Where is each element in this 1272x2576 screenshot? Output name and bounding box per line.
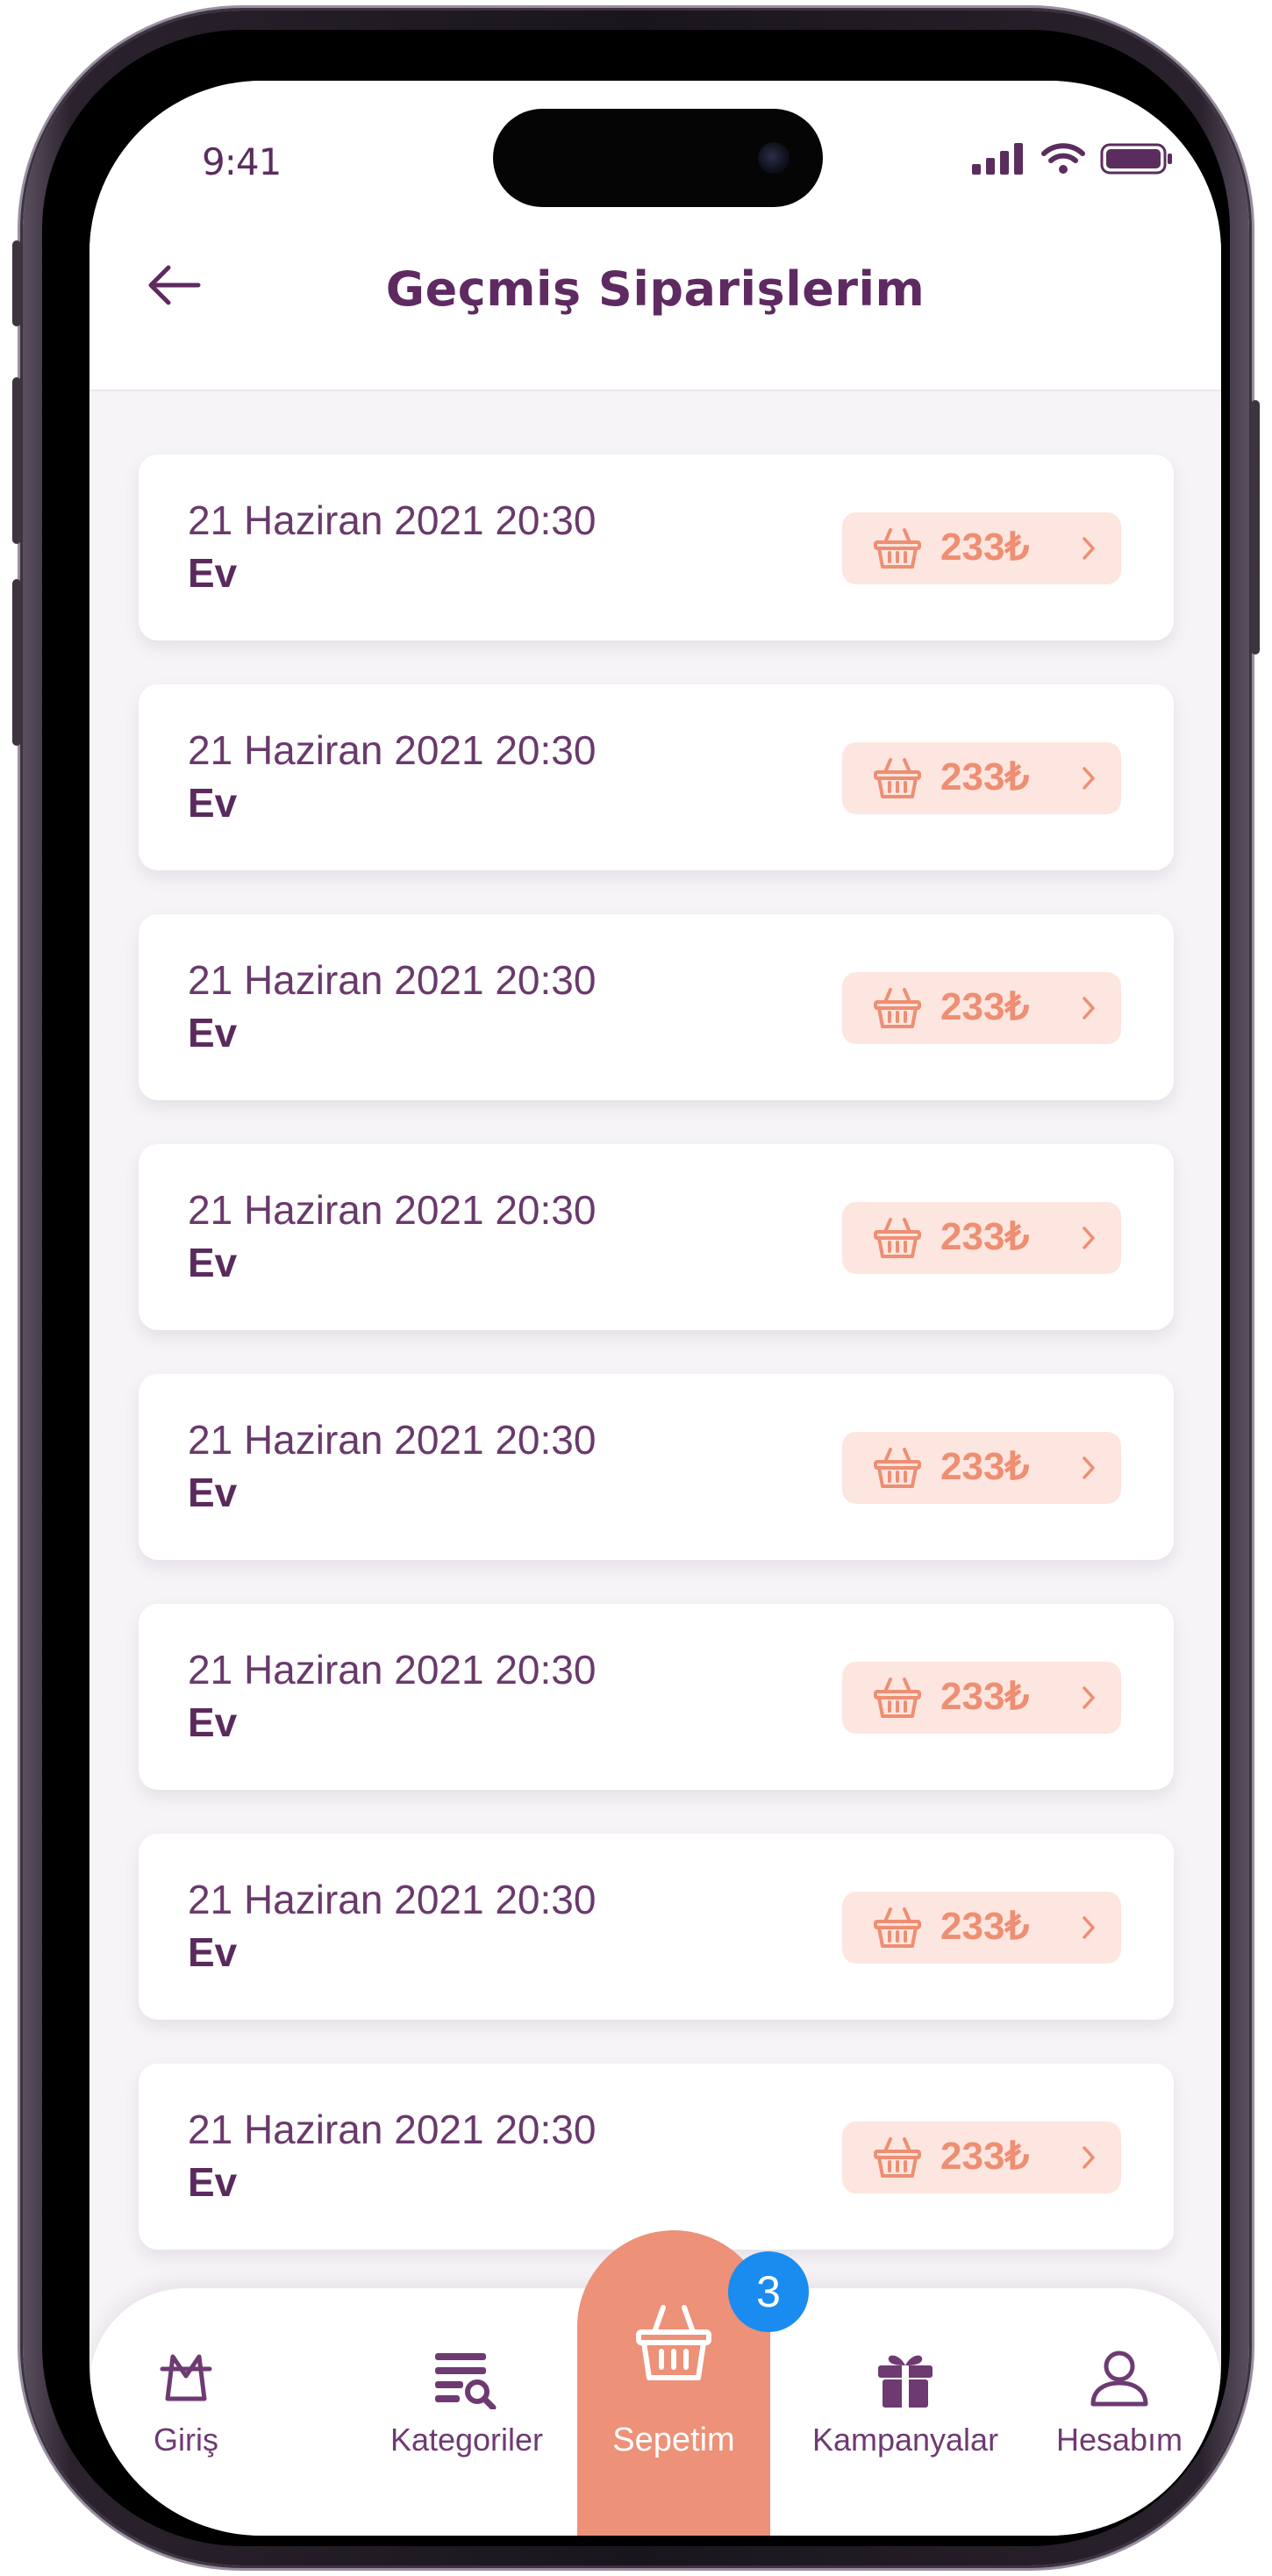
power-button	[1251, 400, 1260, 655]
category-search-icon	[435, 2353, 497, 2409]
tab-label: Hesabım	[1055, 2422, 1183, 2458]
order-amount: 233₺	[940, 755, 1030, 798]
order-amount-pill[interactable]: 233₺	[842, 742, 1121, 814]
chevron-right-icon	[1083, 767, 1095, 790]
dynamic-island	[493, 109, 823, 207]
order-date: 21 Haziran 2021 20:30	[188, 1417, 597, 1463]
order-address: Ev	[188, 2159, 238, 2205]
volume-down-button	[12, 579, 21, 746]
chevron-right-icon	[1083, 2146, 1095, 2169]
cellular-signal-icon	[972, 143, 1023, 175]
order-amount-pill[interactable]: 233₺	[842, 1892, 1121, 1964]
status-time: 9:41	[202, 140, 282, 183]
order-card[interactable]: 21 Haziran 2021 20:30 Ev 233₺	[139, 1374, 1174, 1560]
volume-up-button	[12, 377, 21, 544]
tab-label: Sepetim	[612, 2422, 735, 2458]
order-amount: 233₺	[940, 985, 1030, 1028]
basket-icon	[874, 528, 921, 569]
order-address: Ev	[188, 1470, 238, 1515]
order-card[interactable]: 21 Haziran 2021 20:30 Ev 233₺	[139, 914, 1174, 1100]
order-date: 21 Haziran 2021 20:30	[188, 2107, 597, 2152]
basket-icon	[874, 1218, 921, 1258]
wifi-icon	[1041, 143, 1085, 174]
order-address: Ev	[188, 1699, 238, 1745]
basket-icon	[636, 2305, 711, 2380]
tab-hesabim[interactable]: Hesabım	[1023, 2288, 1216, 2536]
battery-icon	[1100, 143, 1172, 175]
order-date: 21 Haziran 2021 20:30	[188, 497, 597, 543]
phone-bezel: 9:41 Geçmiş Siparişlerim 21 Haziran 2021…	[42, 30, 1230, 2546]
order-date: 21 Haziran 2021 20:30	[188, 1187, 597, 1233]
order-amount: 233₺	[940, 1445, 1030, 1488]
order-date: 21 Haziran 2021 20:30	[188, 727, 597, 773]
page-title: Geçmiş Siparişlerim	[385, 261, 925, 317]
basket-icon	[874, 2137, 921, 2178]
chevron-right-icon	[1083, 997, 1095, 1020]
user-icon	[1090, 2351, 1148, 2407]
cart-count-badge: 3	[728, 2251, 809, 2332]
order-card[interactable]: 21 Haziran 2021 20:30 Ev 233₺	[139, 1604, 1174, 1790]
order-address: Ev	[188, 1010, 238, 1055]
chevron-right-icon	[1083, 1227, 1095, 1249]
tab-label: Giriş	[154, 2422, 218, 2458]
order-amount: 233₺	[940, 2135, 1030, 2178]
chevron-right-icon	[1083, 1456, 1095, 1479]
order-date: 21 Haziran 2021 20:30	[188, 957, 597, 1003]
order-amount-pill[interactable]: 233₺	[842, 1432, 1121, 1504]
order-amount-pill[interactable]: 233₺	[842, 512, 1121, 584]
tab-label: Kategoriler	[389, 2422, 544, 2458]
order-amount: 233₺	[940, 1905, 1030, 1948]
order-card[interactable]: 21 Haziran 2021 20:30 Ev 233₺	[139, 2064, 1174, 2250]
order-card[interactable]: 21 Haziran 2021 20:30 Ev 233₺	[139, 1144, 1174, 1330]
basket-icon	[874, 758, 921, 798]
order-card[interactable]: 21 Haziran 2021 20:30 Ev 233₺	[139, 454, 1174, 640]
action-button	[12, 240, 21, 326]
phone-frame: 9:41 Geçmiş Siparişlerim 21 Haziran 2021…	[12, 11, 1260, 2565]
order-address: Ev	[188, 780, 238, 826]
order-date: 21 Haziran 2021 20:30	[188, 1877, 597, 1922]
gift-icon	[878, 2355, 933, 2408]
order-amount-pill[interactable]: 233₺	[842, 972, 1121, 1044]
home-basket-icon	[160, 2354, 212, 2401]
order-address: Ev	[188, 1240, 238, 1285]
basket-icon	[874, 1448, 921, 1488]
basket-icon	[874, 1907, 921, 1948]
order-amount: 233₺	[940, 1675, 1030, 1718]
order-amount: 233₺	[940, 526, 1030, 569]
basket-icon	[874, 1678, 921, 1718]
tab-giris[interactable]: Giriş	[89, 2288, 282, 2536]
order-date: 21 Haziran 2021 20:30	[188, 1647, 597, 1692]
chevron-right-icon	[1083, 537, 1095, 560]
tab-kampanyalar[interactable]: Kampanyalar	[791, 2288, 1019, 2536]
order-amount-pill[interactable]: 233₺	[842, 1202, 1121, 1274]
order-amount-pill[interactable]: 233₺	[842, 1662, 1121, 1734]
order-address: Ev	[188, 550, 238, 596]
order-amount: 233₺	[940, 1215, 1030, 1258]
chevron-right-icon	[1083, 1686, 1095, 1709]
basket-icon	[874, 988, 921, 1028]
status-icons	[972, 142, 1174, 175]
order-card[interactable]: 21 Haziran 2021 20:30 Ev 233₺	[139, 1834, 1174, 2020]
header: 9:41 Geçmiş Siparişlerim	[89, 81, 1221, 391]
tab-kategoriler[interactable]: Kategoriler	[353, 2288, 581, 2536]
order-card[interactable]: 21 Haziran 2021 20:30 Ev 233₺	[139, 684, 1174, 870]
chevron-right-icon	[1083, 1916, 1095, 1939]
order-amount-pill[interactable]: 233₺	[842, 2122, 1121, 2193]
order-address: Ev	[188, 1929, 238, 1975]
tab-label: Kampanyalar	[811, 2422, 999, 2458]
screen: 9:41 Geçmiş Siparişlerim 21 Haziran 2021…	[89, 81, 1221, 2536]
front-camera	[758, 142, 790, 174]
